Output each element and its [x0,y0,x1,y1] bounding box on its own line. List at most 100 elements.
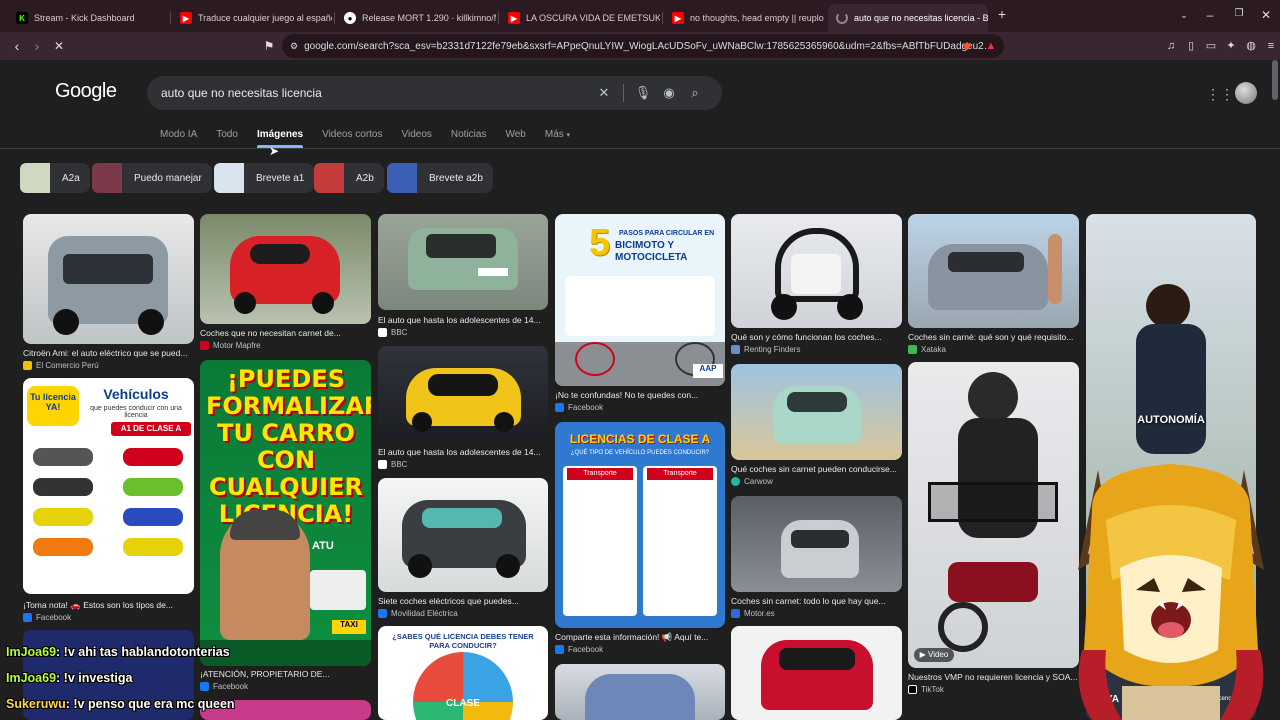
result-image-grey-microcar[interactable] [908,214,1079,328]
result-caption[interactable]: Comparte esta información! 📢 Aquí te... [555,632,725,643]
url-text[interactable]: google.com/search?sca_esv=b2331d7122fe79… [304,41,996,52]
sidebar-icon[interactable]: ▯ [1184,39,1198,53]
result-caption[interactable]: El auto que hasta los adolescentes de 14… [378,447,548,457]
brave-shields-icon[interactable]: ◆ [960,39,974,53]
nav-imagenes[interactable]: Imágenes [256,129,304,148]
result-caption[interactable]: ¡Toma nota! 🚗 Estos son los tipos de... [23,600,194,611]
stop-loading-icon[interactable]: ✕ [50,37,68,55]
chip-puedo-manejar[interactable]: Puedo manejar [92,163,212,193]
page-scrollbar[interactable] [1272,60,1278,100]
bookmark-icon[interactable]: ⚑ [260,37,278,55]
site-info-icon[interactable]: ⚙ [290,41,298,52]
nav-videos[interactable]: Videos [401,129,431,140]
nav-videos-cortos[interactable]: Videos cortos [322,129,382,140]
tab-kick-dashboard[interactable]: K Stream - Kick Dashboard [8,6,168,30]
chip-brevete-a1[interactable]: Brevete a1 [214,163,315,193]
result-caption[interactable]: ¡No te confundas! No te quedes con... [555,390,725,400]
result-image-ami-street[interactable] [731,496,902,592]
nav-mas[interactable]: Más ▾ [545,129,570,140]
result-image-sabes-licencia[interactable]: ¿SABES QUÉ LICENCIA DEBES TENER PARA CON… [378,626,548,720]
result-source[interactable]: Motor.es [731,609,775,618]
result-source[interactable]: Movilidad Eléctrica [378,609,458,618]
result-source[interactable]: Facebook [23,613,71,622]
mapfre-icon [200,341,209,350]
tab-youtube-no-thoughts[interactable]: ▶ no thoughts, head empty || reupload [664,6,824,30]
lens-icon[interactable]: ◉ [656,85,682,101]
tab-youtube-traduce[interactable]: ▶ Traduce cualquier juego al español m [172,6,332,30]
nav-web[interactable]: Web [505,129,525,140]
result-image-yellow-car[interactable] [378,346,548,442]
result-image-twizy[interactable] [731,214,902,328]
taxi-sign: TAXI [332,620,366,634]
result-source[interactable]: Facebook [555,403,603,412]
result-image-black-ev[interactable] [378,478,548,592]
result-caption[interactable]: Nuestros VMP no requieren licencia y SOA… [908,672,1079,682]
result-caption[interactable]: Coches sin carné: qué son y qué requisit… [908,332,1079,342]
result-image-vmp-scooter[interactable]: ▶ Video [908,362,1079,668]
media-icon[interactable]: ♫ [1164,39,1178,53]
tab-youtube-emetsuki[interactable]: ▶ LA OSCURA VIDA DE EMETSUKI - Doc [500,6,660,30]
result-image-smart-car[interactable] [555,664,725,720]
result-image-citroen-ami[interactable] [23,214,194,344]
result-source[interactable]: Motor Mapfre [200,341,261,350]
search-box[interactable]: auto que no necesitas licencia ✕ 🎙 ◉ ⌕ [147,76,722,110]
result-image-red-microcar[interactable] [731,626,902,720]
nav-todo[interactable]: Todo [216,129,238,140]
result-caption[interactable]: Siete coches eléctricos que puedes... [378,596,548,606]
nav-modo-ia[interactable]: Modo IA [160,129,197,140]
google-logo[interactable]: Google [55,80,117,103]
youtube-icon: ▶ [180,12,192,24]
poster-autonomia: AUTONOMÍA [1137,414,1205,426]
result-image-licencias-clase-a[interactable]: LICENCIAS DE CLASE A ¿QUÉ TIPO DE VEHÍCU… [555,422,725,628]
result-source[interactable]: TikTok [908,685,944,694]
result-source[interactable]: Facebook [555,645,603,654]
back-button[interactable]: ‹ [8,37,26,55]
result-image-mint-microcar[interactable] [731,364,902,460]
minimize-button[interactable]: – [1200,8,1220,22]
result-caption[interactable]: El auto que hasta los adolescentes de 14… [378,315,548,325]
vpn-icon[interactable]: ◍ [1244,39,1258,53]
result-image-green-microcar[interactable] [378,214,548,310]
result-caption[interactable]: Citroën Ami: el auto eléctrico que se pu… [23,348,194,358]
forward-button[interactable]: › [28,37,46,55]
tab-github-mort[interactable]: ● Release MORT 1.290 · killkimno/MORT [336,6,496,30]
nav-noticias[interactable]: Noticias [451,129,487,140]
result-caption[interactable]: Coches que no necesitan carnet de... [200,328,371,338]
clear-icon[interactable]: ✕ [591,85,617,101]
result-image-vehiculos[interactable]: Tu licencia YA! Vehículos que puedes con… [23,378,194,594]
microphone-icon[interactable]: 🎙 [630,85,656,101]
result-caption[interactable]: Coches sin carnet: todo lo que hay que..… [731,596,902,606]
result-source[interactable]: Carwow [731,477,773,486]
result-caption[interactable]: Qué coches sin carnet pueden conducirse.… [731,464,902,474]
result-caption[interactable]: ¡ATENCIÓN, PROPIETARIO DE... [200,669,371,679]
wallet-icon[interactable]: ▭ [1204,39,1218,53]
tab-search-icon[interactable]: ⌄ [1174,10,1194,21]
chip-a2a[interactable]: A2a [20,163,90,193]
result-caption[interactable]: Qué son y cómo funcionan los coches... [731,332,902,342]
result-source[interactable]: Renting Finders [731,345,800,354]
chip-a2b[interactable]: A2b [314,163,384,193]
close-window-button[interactable]: ✕ [1256,8,1276,22]
poster-bicimoto-title: BICIMOTO Y MOTOCICLETA [615,240,688,263]
result-source[interactable]: Xataka [908,345,946,354]
source-label: Xataka [921,345,946,354]
brave-rewards-icon[interactable]: ▲ [984,39,998,53]
maximize-button[interactable]: ❐ [1229,8,1249,19]
menu-icon[interactable]: ≡ [1264,39,1278,53]
result-image-formalizar[interactable]: ¡PUEDES FORMALIZAR TU CARRO CON CUALQUIE… [200,360,371,666]
result-image-bicimoto[interactable]: 5 PASOS PARA CIRCULAR EN BICIMOTO Y MOTO… [555,214,725,386]
result-image-red-car[interactable] [200,214,371,324]
address-bar[interactable]: ⚙ google.com/search?sca_esv=b2331d7122fe… [282,34,1004,58]
search-input[interactable]: auto que no necesitas licencia [161,86,591,100]
result-source[interactable]: El Comercio Perú [23,361,99,370]
search-icon[interactable]: ⌕ [682,85,708,101]
new-tab-button[interactable]: + [992,6,1012,22]
chip-brevete-a2b[interactable]: Brevete a2b [387,163,493,193]
result-source[interactable]: Facebook [200,682,248,691]
avatar[interactable] [1235,82,1257,104]
tab-google-search-active[interactable]: auto que no necesitas licencia - B ✕ [828,4,988,32]
leo-icon[interactable]: ✦ [1224,39,1238,53]
result-source[interactable]: BBC [378,328,407,337]
result-source[interactable]: BBC [378,460,407,469]
chat-text: !v ahi tas hablandotonterias [60,645,230,659]
